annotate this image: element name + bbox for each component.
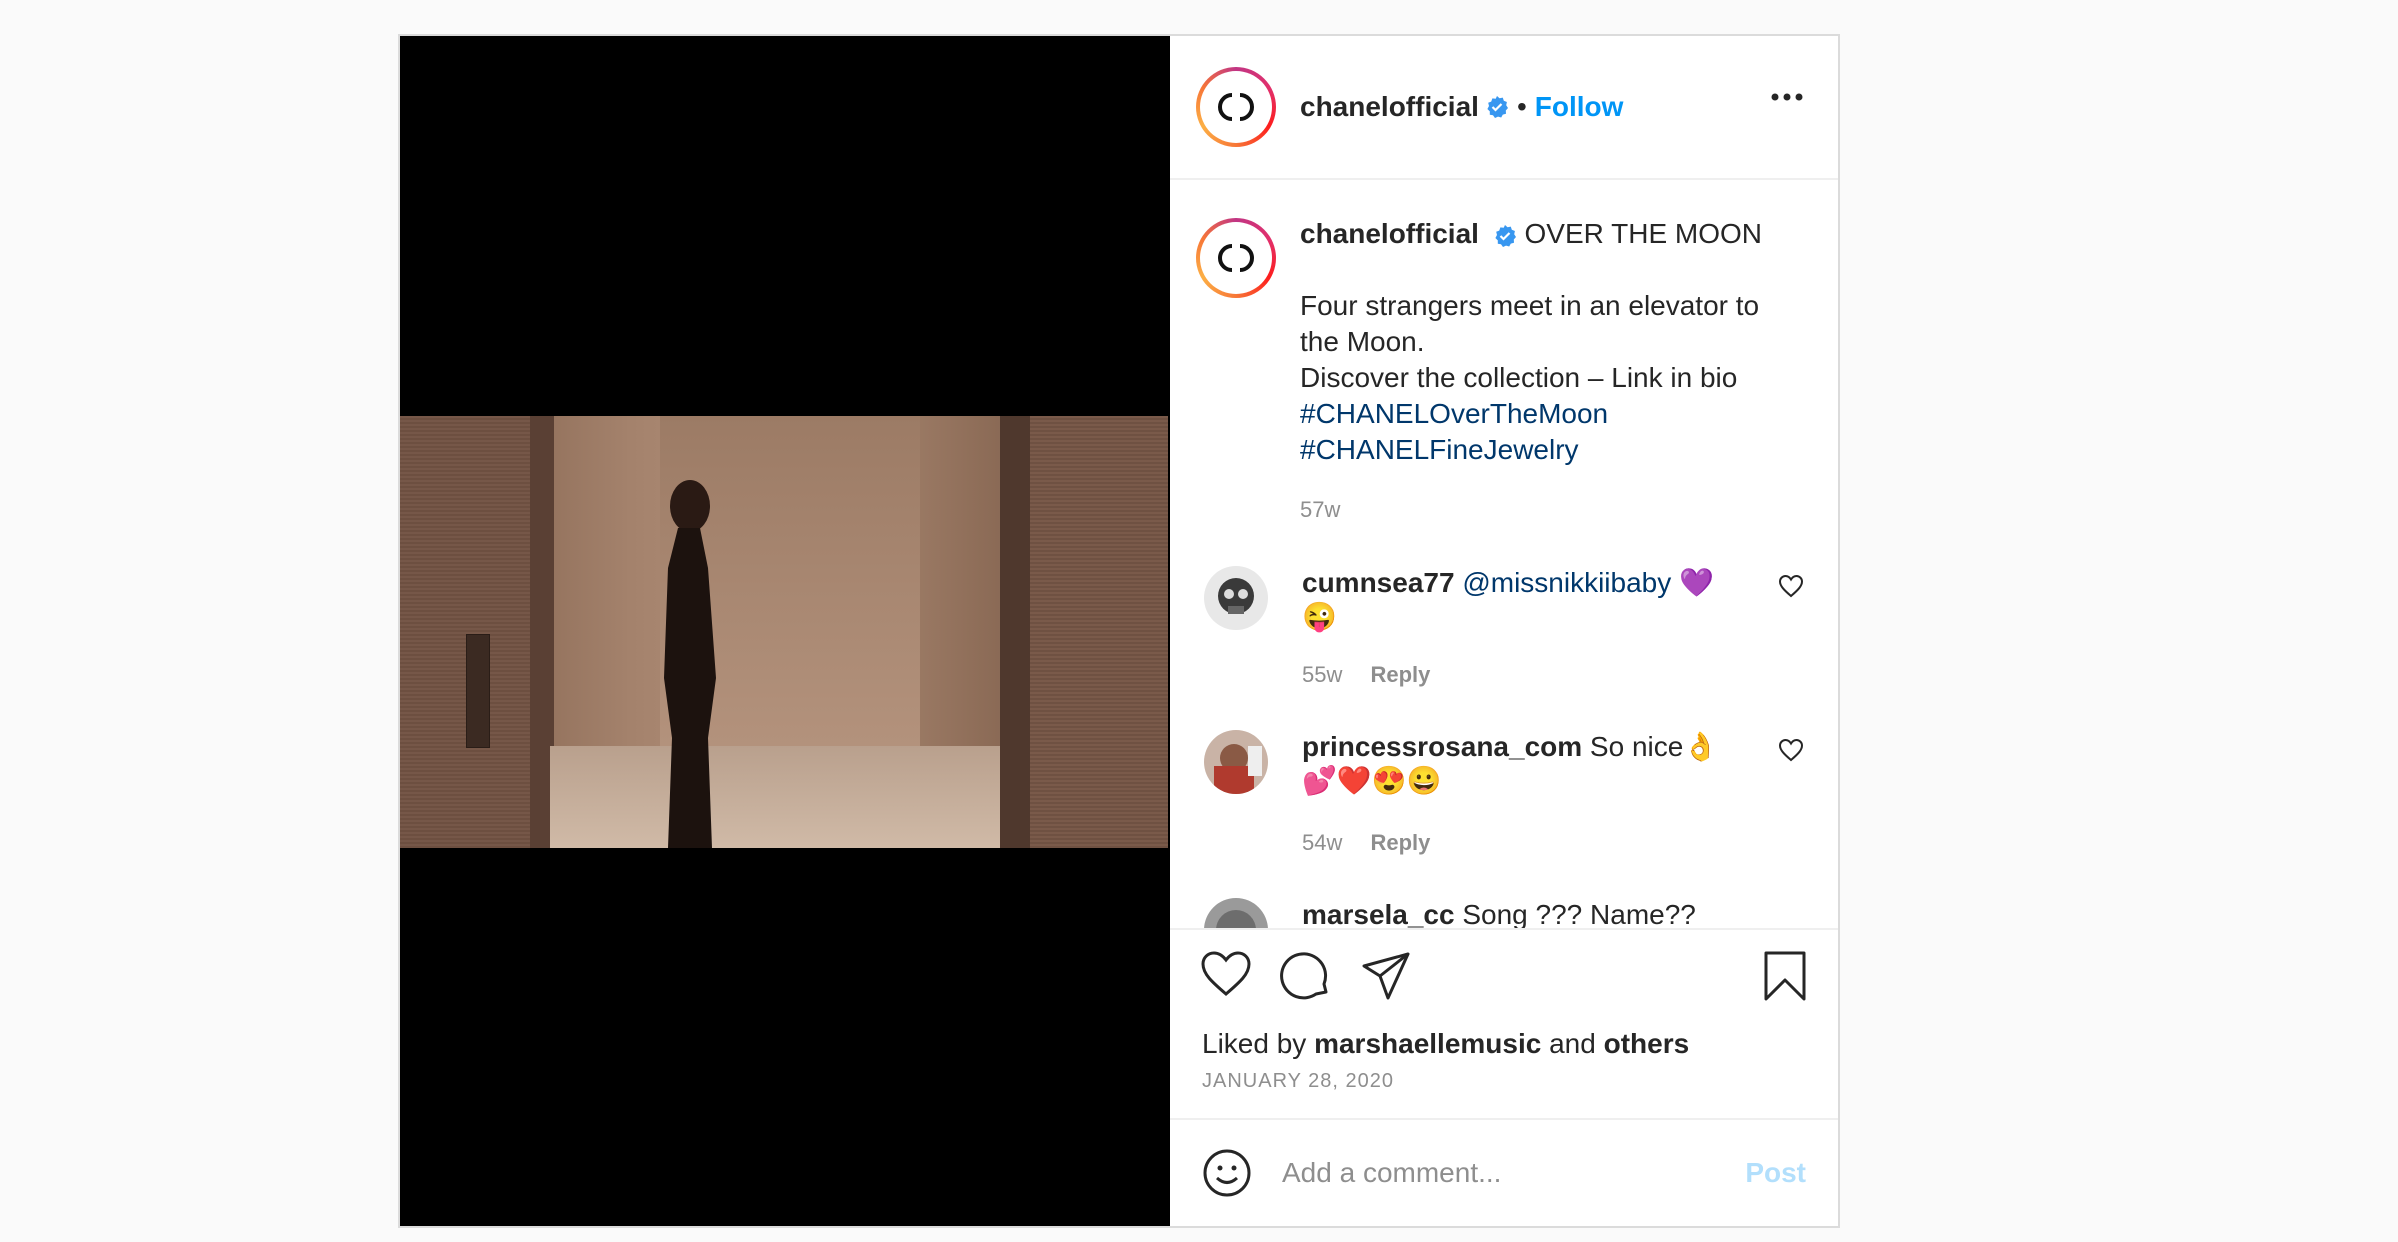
reply-button[interactable]: Reply xyxy=(1370,662,1430,687)
comment-avatar[interactable] xyxy=(1204,566,1268,630)
caption-line-2: Discover the collection – Link in bio xyxy=(1300,362,1738,393)
follow-button[interactable]: Follow xyxy=(1535,91,1624,123)
comment-avatar[interactable] xyxy=(1204,898,1268,928)
emoji-icon[interactable] xyxy=(1202,1148,1252,1198)
comment-text: Song ??? Name?? xyxy=(1462,899,1696,928)
chanel-logo-icon xyxy=(1218,244,1254,272)
post-video[interactable] xyxy=(400,36,1170,1226)
video-frame[interactable] xyxy=(400,416,1168,848)
caption: chanelofficial OVER THE MOON Four strang… xyxy=(1196,180,1812,528)
reply-button[interactable]: Reply xyxy=(1370,830,1430,855)
like-icon[interactable] xyxy=(1200,950,1252,998)
avatar[interactable] xyxy=(1196,67,1276,147)
comment-username[interactable]: cumnsea77 xyxy=(1302,567,1455,598)
comment-item: cumnsea77 @missnikkiibaby 💜😜 55w Reply xyxy=(1196,566,1812,692)
hashtag-link[interactable]: #CHANELFineJewelry xyxy=(1300,432,1800,468)
comment-username[interactable]: princessrosana_com xyxy=(1302,731,1582,762)
post-dialog: chanelofficial • Follow chanelofficial O… xyxy=(398,34,1840,1228)
elevator-panel xyxy=(466,634,490,748)
verified-badge-icon xyxy=(1487,96,1508,118)
post-sidebar: chanelofficial • Follow chanelofficial O… xyxy=(1170,36,1838,1226)
post-comment-button[interactable]: Post xyxy=(1745,1157,1806,1189)
caption-time[interactable]: 57w xyxy=(1300,492,1800,528)
comment-icon[interactable] xyxy=(1280,950,1332,1002)
comment-username[interactable]: marsela_cc xyxy=(1302,899,1455,928)
liked-and-label: and xyxy=(1549,1028,1596,1059)
comment-input[interactable]: Add a comment... xyxy=(1282,1157,1745,1189)
comment-time[interactable]: 55w xyxy=(1302,662,1342,687)
likes-summary: Liked by marshaellemusic and others xyxy=(1202,1028,1689,1060)
caption-username[interactable]: chanelofficial xyxy=(1300,218,1479,249)
comment-item: marsela_cc Song ??? Name?? xyxy=(1196,898,1812,928)
header-username[interactable]: chanelofficial xyxy=(1300,91,1479,123)
verified-badge-icon xyxy=(1495,224,1516,247)
liked-others-link[interactable]: others xyxy=(1604,1028,1690,1059)
caption-line-1: Four strangers meet in an elevator to th… xyxy=(1300,290,1760,357)
woman-silhouette xyxy=(664,480,716,848)
post-actions: Liked by marshaellemusic and others JANU… xyxy=(1170,928,1838,1118)
bookmark-icon[interactable] xyxy=(1762,950,1808,1002)
share-icon[interactable] xyxy=(1360,950,1412,1002)
caption-title: OVER THE MOON xyxy=(1524,218,1763,249)
comment-item: princessrosana_com So nice👌💕❤️😍😀 54w Rep… xyxy=(1196,730,1812,860)
comment-time[interactable]: 54w xyxy=(1302,830,1342,855)
post-header: chanelofficial • Follow xyxy=(1170,36,1838,180)
comment-like-icon[interactable] xyxy=(1778,574,1804,598)
caption-avatar[interactable] xyxy=(1196,218,1276,298)
liked-by-label: Liked by xyxy=(1202,1028,1307,1059)
liked-by-user[interactable]: marshaellemusic xyxy=(1314,1028,1541,1059)
more-horizontal-icon[interactable] xyxy=(1770,92,1804,102)
comment-like-icon[interactable] xyxy=(1778,738,1804,762)
chanel-logo-icon xyxy=(1218,93,1254,121)
hashtag-link[interactable]: #CHANELOverTheMoon xyxy=(1300,396,1800,432)
comment-avatar[interactable] xyxy=(1204,730,1268,794)
comments-list[interactable]: chanelofficial OVER THE MOON Four strang… xyxy=(1170,180,1838,928)
comment-mention[interactable]: @missnikkiibaby xyxy=(1462,567,1671,598)
separator-dot: • xyxy=(1516,91,1527,122)
add-comment-bar: Add a comment... Post xyxy=(1170,1118,1838,1226)
post-date[interactable]: JANUARY 28, 2020 xyxy=(1202,1070,1394,1093)
